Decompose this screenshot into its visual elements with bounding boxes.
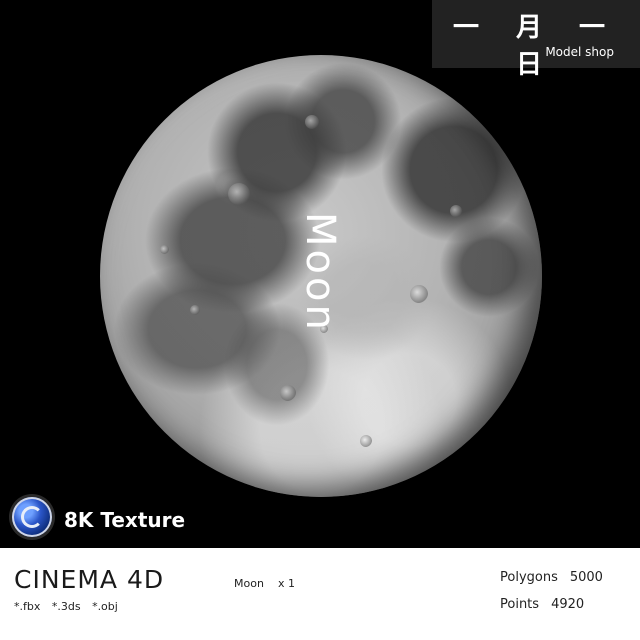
points-value: 4920 — [551, 597, 585, 612]
points-stat: Points 4920 — [500, 597, 584, 612]
object-count: x 1 — [277, 577, 295, 590]
info-bar: CINEMA 4D *.fbx *.3ds *.obj Moon x 1 Poly… — [0, 548, 640, 640]
cinema4d-logo-icon — [12, 497, 52, 537]
product-hero: Moon 一 月 一 日 Model shop 8K Texture — [0, 0, 640, 548]
object-line: Moon x 1 — [234, 577, 295, 590]
brand-title: 一 月 一 日 — [452, 13, 620, 80]
polygons-label: Polygons — [500, 570, 558, 585]
object-name: Moon — [234, 577, 264, 590]
brand-subtitle: Model shop — [545, 45, 614, 59]
polygons-stat: Polygons 5000 — [500, 570, 603, 585]
software-name: CINEMA 4D — [14, 565, 165, 594]
points-label: Points — [500, 597, 540, 612]
brand-box: 一 月 一 日 Model shop — [432, 0, 640, 80]
polygons-value: 5000 — [569, 570, 603, 585]
texture-badge: 8K Texture — [64, 508, 186, 532]
file-formats: *.fbx *.3ds *.obj — [14, 600, 118, 613]
moon-title: Moon — [297, 212, 343, 333]
